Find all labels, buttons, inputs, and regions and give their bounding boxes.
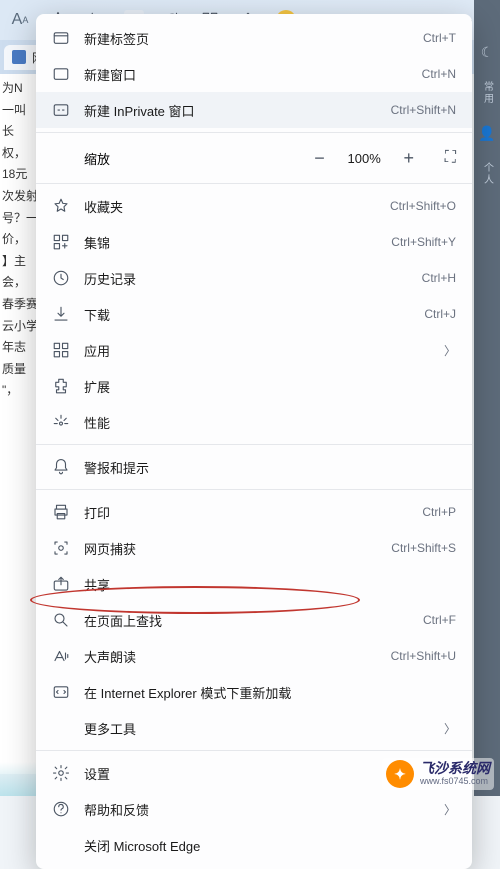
page-content-bg: 为N一叫长权，18元次发射号？一价，】主会，春季赛云小学年志质量"， — [0, 74, 36, 774]
inprivate-icon — [52, 101, 70, 119]
new-window-icon — [52, 65, 70, 83]
performance-icon — [52, 413, 70, 431]
menu-separator — [36, 132, 472, 133]
menu-item-label: 共享 — [84, 575, 456, 594]
menu-shortcut: Ctrl+Shift+U — [391, 649, 456, 663]
sidebar-item-personal[interactable]: 个人 — [480, 162, 495, 186]
menu-shortcut: Ctrl+H — [422, 271, 456, 285]
menu-item-label: 下载 — [84, 305, 424, 324]
person-icon[interactable]: 👤 — [478, 125, 495, 142]
menu-item-label: 关闭 Microsoft Edge — [84, 836, 456, 855]
menu-item-label: 帮助和反馈 — [84, 800, 436, 819]
menu-item-0[interactable]: 新建标签页Ctrl+T — [36, 20, 472, 56]
menu-item-label: 收藏夹 — [84, 197, 390, 216]
menu-item-8[interactable]: 历史记录Ctrl+H — [36, 260, 472, 296]
menu-shortcut: Ctrl+Shift+O — [390, 199, 456, 213]
read-aloud-icon — [52, 647, 70, 665]
menu-item-6[interactable]: 收藏夹Ctrl+Shift+O — [36, 188, 472, 224]
menu-item-17[interactable]: 网页捕获Ctrl+Shift+S — [36, 530, 472, 566]
menu-item-label: 新建标签页 — [84, 29, 423, 48]
menu-separator — [36, 444, 472, 445]
menu-item-label: 在 Internet Explorer 模式下重新加载 — [84, 683, 456, 702]
menu-item-label: 性能 — [84, 413, 456, 432]
share-icon — [52, 575, 70, 593]
menu-item-25[interactable]: 帮助和反馈〉 — [36, 791, 472, 827]
menu-item-16[interactable]: 打印Ctrl+P — [36, 494, 472, 530]
menu-item-label: 网页捕获 — [84, 539, 391, 558]
menu-item-label: 集锦 — [84, 233, 391, 252]
menu-item-10[interactable]: 应用〉 — [36, 332, 472, 368]
menu-item-label: 大声朗读 — [84, 647, 391, 666]
menu-separator — [36, 183, 472, 184]
menu-item-18[interactable]: 共享 — [36, 566, 472, 602]
sidebar-item-common[interactable]: 常用 — [480, 81, 495, 105]
watermark: ✦ 飞沙系统网 www.fs0745.com — [382, 758, 494, 790]
menu-shortcut: Ctrl+T — [423, 31, 456, 45]
menu-item-1[interactable]: 新建窗口Ctrl+N — [36, 56, 472, 92]
menu-item-label: 警报和提示 — [84, 458, 456, 477]
downloads-icon — [52, 305, 70, 323]
right-sidebar: ☾ 常用 👤 个人 — [474, 0, 500, 796]
menu-shortcut: Ctrl+Shift+N — [391, 103, 456, 117]
menu-item-26[interactable]: 关闭 Microsoft Edge — [36, 827, 472, 863]
menu-item-2[interactable]: 新建 InPrivate 窗口Ctrl+Shift+N — [36, 92, 472, 128]
watermark-url: www.fs0745.com — [420, 777, 490, 787]
zoom-value: 100% — [348, 151, 381, 166]
favorites-icon — [52, 197, 70, 215]
menu-item-label: 更多工具 — [84, 719, 436, 738]
moon-icon[interactable]: ☾ — [481, 44, 494, 61]
menu-item-label: 在页面上查找 — [84, 611, 423, 630]
menu-shortcut: Ctrl+N — [422, 67, 456, 81]
menu-item-label: 历史记录 — [84, 269, 422, 288]
menu-item-14[interactable]: 警报和提示 — [36, 449, 472, 485]
zoom-in-button[interactable]: + — [399, 148, 419, 169]
watermark-logo-icon: ✦ — [386, 760, 414, 788]
menu-shortcut: Ctrl+Shift+Y — [391, 235, 456, 249]
new-tab-icon — [52, 29, 70, 47]
extensions-icon — [52, 377, 70, 395]
zoom-label: 缩放 — [84, 149, 310, 168]
history-icon — [52, 269, 70, 287]
menu-item-22[interactable]: 更多工具〉 — [36, 710, 472, 746]
menu-item-label: 打印 — [84, 503, 422, 522]
watermark-title: 飞沙系统网 — [420, 761, 490, 776]
menu-item-label: 新建窗口 — [84, 65, 422, 84]
chevron-right-icon: 〉 — [444, 720, 456, 737]
menu-item-11[interactable]: 扩展 — [36, 368, 472, 404]
find-icon — [52, 611, 70, 629]
ie-mode-icon — [52, 683, 70, 701]
chevron-right-icon: 〉 — [444, 342, 456, 359]
tab-favicon-icon — [12, 50, 26, 64]
chevron-right-icon: 〉 — [444, 801, 456, 818]
settings-icon — [52, 764, 70, 782]
menu-item-20[interactable]: 大声朗读Ctrl+Shift+U — [36, 638, 472, 674]
menu-item-12[interactable]: 性能 — [36, 404, 472, 440]
menu-item-label: 扩展 — [84, 377, 456, 396]
text-size-icon[interactable]: AA — [10, 10, 30, 30]
menu-item-label: 应用 — [84, 341, 436, 360]
menu-item-7[interactable]: 集锦Ctrl+Shift+Y — [36, 224, 472, 260]
settings-menu: 新建标签页Ctrl+T新建窗口Ctrl+N新建 InPrivate 窗口Ctrl… — [36, 14, 472, 869]
apps-icon — [52, 341, 70, 359]
menu-shortcut: Ctrl+Shift+S — [391, 541, 456, 555]
menu-item-21[interactable]: 在 Internet Explorer 模式下重新加载 — [36, 674, 472, 710]
help-icon — [52, 800, 70, 818]
menu-separator — [36, 489, 472, 490]
print-icon — [52, 503, 70, 521]
menu-shortcut: Ctrl+P — [422, 505, 456, 519]
collections-icon — [52, 233, 70, 251]
menu-item-label: 新建 InPrivate 窗口 — [84, 101, 391, 120]
alerts-icon — [52, 458, 70, 476]
fullscreen-icon[interactable]: ⛶ — [445, 149, 456, 167]
menu-separator — [36, 750, 472, 751]
menu-shortcut: Ctrl+J — [424, 307, 456, 321]
menu-item-19[interactable]: 在页面上查找Ctrl+F — [36, 602, 472, 638]
zoom-out-button[interactable]: − — [310, 148, 330, 169]
menu-item-9[interactable]: 下载Ctrl+J — [36, 296, 472, 332]
menu-shortcut: Ctrl+F — [423, 613, 456, 627]
zoom-row: 缩放− 100% + ⛶ — [36, 137, 472, 179]
capture-icon — [52, 539, 70, 557]
